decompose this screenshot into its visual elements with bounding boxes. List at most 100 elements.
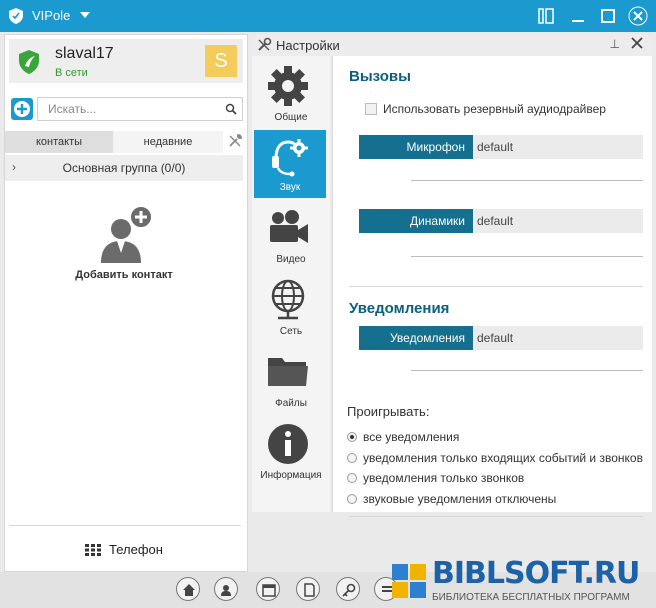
minimize-icon	[572, 20, 584, 22]
tools-icon[interactable]	[227, 133, 243, 149]
section-divider	[349, 516, 643, 517]
maximize-icon	[601, 9, 615, 23]
settings-header: Настройки ⊥	[252, 34, 652, 56]
watermark: BIBLSOFT.RU БИБЛИОТЕКА БЕСПЛАТНЫХ ПРОГРА…	[388, 556, 654, 606]
radio-label: уведомления только звонков	[363, 471, 525, 485]
contacts-panel: slaval17 В сети S контакты недавние › Ос…	[4, 34, 248, 572]
nav-network[interactable]: Сеть	[252, 274, 330, 342]
settings-nav: Общие Звук Видео Сеть Файлы Информация	[252, 56, 330, 512]
minimize-button[interactable]	[568, 6, 588, 26]
home-button[interactable]	[176, 577, 200, 601]
contact-tabs: контакты недавние	[5, 131, 223, 153]
nav-label: Общие	[274, 112, 308, 123]
radio-button[interactable]	[347, 453, 357, 463]
watermark-subtitle: БИБЛИОТЕКА БЕСПЛАТНЫХ ПРОГРАММ	[432, 592, 630, 603]
microphone-select[interactable]: Микрофон default	[359, 135, 643, 159]
tab-contacts[interactable]: контакты	[5, 131, 113, 153]
pin-icon[interactable]: ⊥	[610, 37, 620, 51]
radio-label: все уведомления	[363, 430, 460, 444]
home-icon	[183, 584, 195, 596]
gear-icon	[268, 66, 308, 106]
nav-label: Звук	[279, 182, 301, 193]
close-icon[interactable]	[630, 36, 644, 50]
app-menu-dropdown-icon[interactable]	[80, 12, 90, 18]
calendar-icon	[262, 584, 276, 597]
avatar[interactable]: S	[205, 45, 237, 77]
add-contact-label[interactable]: Добавить контакт	[5, 269, 243, 281]
microphone-level-slider[interactable]	[411, 180, 643, 181]
nav-label: Сеть	[279, 326, 303, 337]
settings-title: Настройки	[276, 38, 340, 53]
split-view-icon	[538, 8, 554, 24]
nav-general[interactable]: Общие	[252, 60, 330, 128]
keypad-icon	[85, 544, 101, 556]
split-view-button[interactable]	[536, 6, 556, 26]
sound-settings: Вызовы Использовать резервный аудиодрайв…	[332, 56, 652, 517]
search-box	[37, 97, 243, 121]
radio-label: уведомления только входящих событий и зв…	[363, 451, 643, 465]
search-input[interactable]	[38, 98, 218, 120]
shield-status-icon	[19, 50, 39, 74]
radio-button[interactable]	[347, 473, 357, 483]
checkbox[interactable]	[365, 103, 377, 115]
contacts-button[interactable]	[214, 577, 238, 601]
person-icon	[221, 585, 231, 596]
calls-section-title: Вызовы	[349, 68, 411, 85]
divider	[9, 525, 241, 526]
nav-label: Информация	[260, 470, 322, 481]
watermark-logo-icon	[392, 564, 426, 598]
folder-icon	[268, 358, 308, 386]
add-button[interactable]	[11, 98, 33, 120]
nav-label: Видео	[276, 254, 306, 265]
key-icon	[342, 583, 356, 597]
calendar-button[interactable]	[256, 577, 280, 601]
contact-group-row[interactable]: › Основная группа (0/0)	[5, 155, 243, 181]
close-icon	[628, 6, 648, 26]
radio-button[interactable]	[347, 494, 357, 504]
watermark-text: BIBLSOFT.RU	[432, 556, 640, 591]
section-divider	[349, 286, 643, 287]
app-title: VIPole	[32, 8, 71, 23]
speakers-label: Динамики	[359, 209, 473, 233]
close-window-button[interactable]	[628, 6, 648, 26]
search-icon[interactable]	[225, 103, 237, 115]
notifications-device-value: default	[477, 331, 514, 345]
profile-status: В сети	[55, 67, 88, 79]
notifications-device-label: Уведомления	[359, 326, 473, 350]
profile-name: slaval17	[55, 45, 114, 62]
nav-label: Файлы	[275, 398, 307, 409]
video-camera-icon	[270, 210, 308, 243]
notifications-device-select[interactable]: Уведомления default	[359, 326, 643, 350]
microphone-label: Микрофон	[359, 135, 473, 159]
speakers-select[interactable]: Динамики default	[359, 209, 643, 233]
add-contact-icon[interactable]	[89, 205, 159, 265]
info-icon	[268, 424, 308, 464]
radio-label: звуковые уведомления отключены	[363, 492, 557, 506]
microphone-value: default	[477, 140, 514, 154]
nav-info[interactable]: Информация	[252, 418, 330, 486]
phone-label: Телефон	[109, 542, 163, 557]
checkbox-label: Использовать резервный аудиодрайвер	[383, 102, 606, 116]
notifications-section-title: Уведомления	[349, 300, 450, 317]
wrench-icon	[258, 37, 272, 51]
radio-button[interactable]	[347, 432, 357, 442]
tab-recent[interactable]: недавние	[113, 131, 223, 153]
speakers-value: default	[477, 214, 514, 228]
speakers-level-slider[interactable]	[411, 256, 643, 257]
vipole-shield-icon	[9, 8, 23, 24]
keys-button[interactable]	[336, 577, 360, 601]
maximize-button[interactable]	[598, 6, 618, 26]
headset-icon	[272, 139, 308, 177]
group-label: Основная группа (0/0)	[62, 161, 186, 175]
nav-sound[interactable]: Звук	[254, 130, 326, 198]
note-icon	[304, 583, 315, 597]
nav-files[interactable]: Файлы	[252, 346, 330, 414]
notes-button[interactable]	[296, 577, 320, 601]
title-bar: VIPole	[0, 0, 656, 32]
notifications-level-slider[interactable]	[411, 370, 643, 371]
globe-network-icon	[271, 279, 305, 320]
play-label: Проигрывать:	[347, 404, 430, 419]
profile-card[interactable]: slaval17 В сети S	[9, 39, 243, 83]
plus-icon	[14, 101, 30, 117]
nav-video[interactable]: Видео	[252, 202, 330, 270]
